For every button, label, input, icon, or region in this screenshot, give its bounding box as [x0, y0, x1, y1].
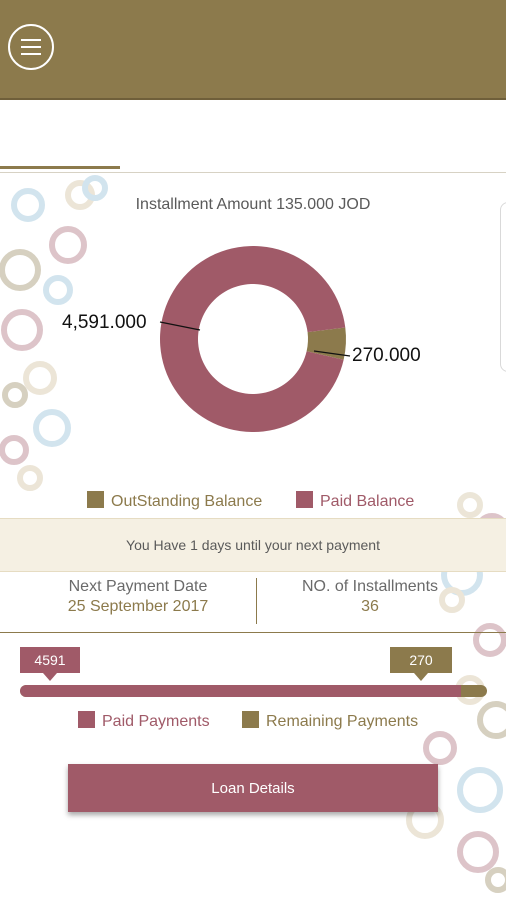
- active-tab-indicator: [0, 166, 120, 169]
- hamburger-menu-icon[interactable]: [8, 24, 54, 70]
- next-payment-label: Next Payment Date: [68, 578, 208, 595]
- installment-amount: Installment Amount 135.000 JOD: [135, 196, 371, 213]
- installments-value: 36: [361, 598, 379, 615]
- paid-swatch: [296, 491, 313, 508]
- remaining-payments-swatch: [242, 711, 259, 728]
- next-card-peek[interactable]: [500, 202, 506, 372]
- header-title: [150, 38, 420, 60]
- tab-3[interactable]: [258, 124, 346, 148]
- legend-remaining-payments-label: Remaining Payments: [266, 713, 419, 730]
- payment-notice: You Have 1 days until your next payment: [0, 518, 506, 572]
- outstanding-swatch: [87, 491, 104, 508]
- paid-progress-fill: [20, 685, 461, 697]
- tab-4[interactable]: [375, 124, 463, 148]
- legend-paid: Paid Balance: [296, 491, 414, 511]
- next-payment-value: 25 September 2017: [67, 598, 209, 615]
- remaining-payments-bubble: 270: [390, 647, 452, 681]
- paid-payments-swatch: [78, 711, 95, 728]
- next-payment-date: Next Payment Date 25 September 2017: [20, 578, 256, 616]
- number-of-installments: NO. of Installments 36: [256, 578, 484, 616]
- paid-payments-bubble: 4591: [20, 647, 80, 681]
- section-divider: [0, 632, 506, 633]
- outstanding-balance-data-label: 270.000: [352, 345, 421, 366]
- paid-balance-data-label: 4,591.000: [62, 312, 147, 333]
- payments-progress-bar: [20, 685, 487, 697]
- legend-paid-payments-label: Paid Payments: [102, 713, 210, 730]
- balance-donut-chart: [160, 246, 346, 432]
- legend-paid-label: Paid Balance: [320, 493, 415, 510]
- legend-outstanding: OutStanding Balance: [87, 491, 262, 511]
- tab-1[interactable]: [18, 124, 108, 148]
- loan-details-button[interactable]: Loan Details: [68, 764, 438, 812]
- legend-remaining-payments: Remaining Payments: [242, 711, 418, 731]
- legend-paid-payments: Paid Payments: [78, 711, 210, 731]
- app-header: [0, 0, 506, 100]
- tab-5[interactable]: [492, 124, 506, 148]
- installments-label: NO. of Installments: [301, 578, 439, 595]
- legend-outstanding-label: OutStanding Balance: [111, 493, 263, 510]
- tab-bar: [0, 100, 506, 173]
- tab-2[interactable]: [138, 124, 228, 148]
